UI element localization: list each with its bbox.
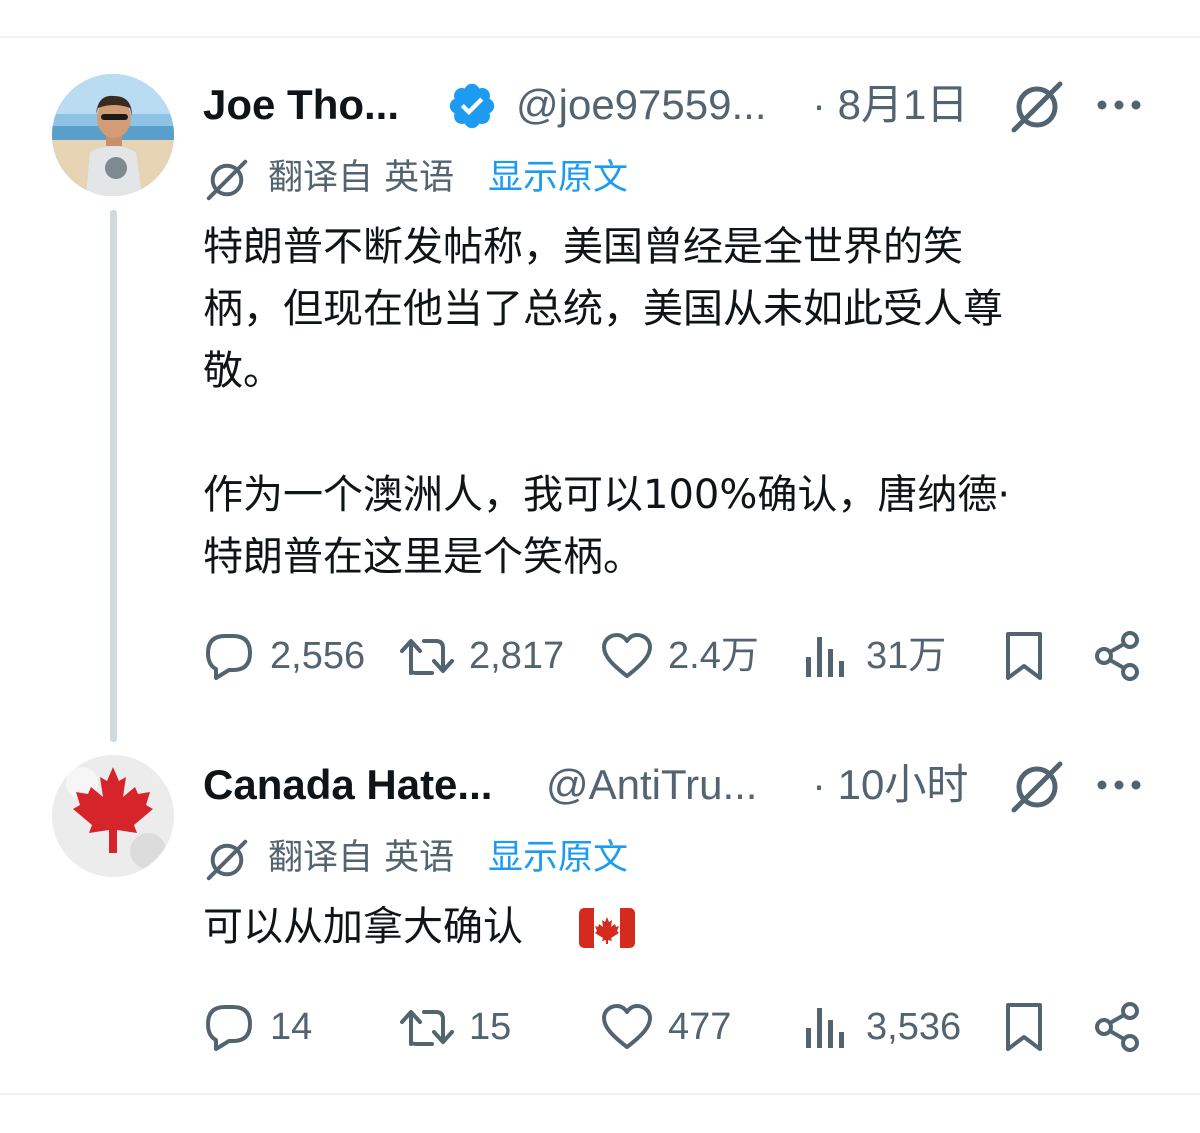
verified-badge-icon <box>446 80 498 136</box>
more-icon[interactable] <box>1094 770 1144 804</box>
retweet-count: 15 <box>469 1006 512 1048</box>
grok-icon <box>204 157 250 207</box>
more-icon[interactable] <box>1094 90 1144 124</box>
tweet-text: 特朗普不断发帖称，美国曾经是全世界的笑 柄，但现在他当了总统，美国从未如此受人尊… <box>203 216 1010 588</box>
views-count: 31万 <box>866 635 947 677</box>
views-count: 3,536 <box>866 1006 962 1048</box>
reply-icon <box>203 631 255 685</box>
share-icon[interactable] <box>1093 1000 1143 1058</box>
views-icon <box>800 1002 850 1056</box>
translation-label: 翻译自 英语 <box>268 158 455 198</box>
grok-icon[interactable] <box>1008 78 1066 140</box>
tweet-text-line: 可以从加拿大确认 <box>203 904 523 950</box>
display-name[interactable]: Joe Tho... <box>203 80 399 130</box>
grok-icon <box>204 837 250 887</box>
user-handle[interactable]: @joe97559... <box>516 80 766 130</box>
like-count: 2.4万 <box>668 635 759 677</box>
tweet-text: 可以从加拿大确认 <box>203 896 635 958</box>
tweet-timestamp[interactable]: · 8月1日 <box>812 80 968 130</box>
tweet-text-line: 作为一个澳洲人，我可以100%确认，唐纳德· <box>203 472 1011 518</box>
tweet-text-line: 特朗普在这里是个笑柄。 <box>203 534 643 580</box>
retweet-icon <box>398 631 458 685</box>
reply-icon <box>203 1002 255 1056</box>
display-name[interactable]: Canada Hate... <box>203 760 492 810</box>
avatar-joe[interactable] <box>52 74 174 196</box>
top-divider <box>0 36 1200 38</box>
show-original-link[interactable]: 显示原文 <box>488 836 628 880</box>
views-icon <box>800 631 850 685</box>
tweet-text-line: 特朗普不断发帖称，美国曾经是全世界的笑 <box>203 224 963 270</box>
bookmark-icon[interactable] <box>1000 629 1048 687</box>
show-original-link[interactable]: 显示原文 <box>488 156 628 200</box>
canada-flag-emoji <box>579 908 635 952</box>
tweet-text-line: 敬。 <box>203 348 283 394</box>
share-icon[interactable] <box>1093 629 1143 687</box>
like-icon <box>600 1002 654 1056</box>
like-icon <box>600 631 654 685</box>
tweet-text-line <box>203 402 1010 464</box>
bookmark-icon[interactable] <box>1000 1000 1048 1058</box>
retweet-count: 2,817 <box>469 635 565 677</box>
grok-icon[interactable] <box>1008 758 1066 820</box>
retweet-icon <box>398 1002 458 1056</box>
like-count: 477 <box>668 1006 732 1048</box>
reply-count: 14 <box>270 1006 313 1048</box>
thread-connector-line <box>110 210 117 742</box>
reply-count: 2,556 <box>270 635 366 677</box>
tweet-timestamp[interactable]: · 10小时 <box>812 760 968 810</box>
bottom-divider <box>0 1093 1200 1095</box>
avatar-canada[interactable] <box>52 755 174 877</box>
tweet-text-line: 柄，但现在他当了总统，美国从未如此受人尊 <box>203 286 1003 332</box>
translation-label: 翻译自 英语 <box>268 838 455 878</box>
user-handle[interactable]: @AntiTru... <box>546 760 757 810</box>
